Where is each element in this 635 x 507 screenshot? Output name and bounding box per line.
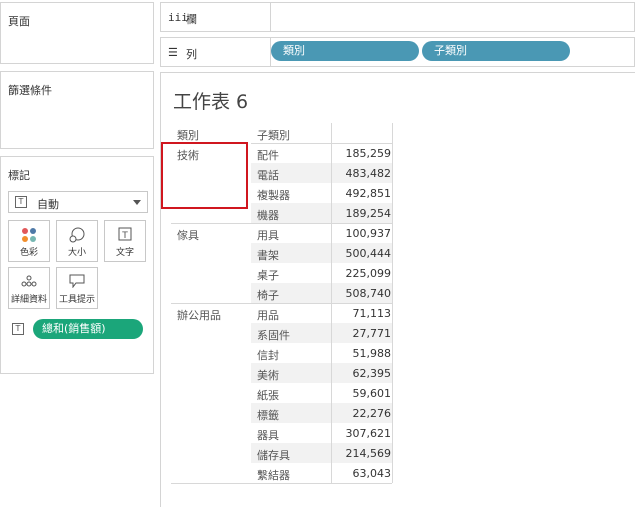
detail-icon bbox=[21, 275, 37, 287]
detail-button[interactable]: 詳細資料 bbox=[8, 267, 50, 309]
sales-value[interactable]: 51,988 bbox=[337, 347, 392, 360]
header-divider bbox=[251, 143, 392, 144]
color-icon bbox=[22, 228, 36, 242]
sales-value[interactable]: 62,395 bbox=[337, 367, 392, 380]
tooltip-button[interactable]: 工具提示 bbox=[56, 267, 98, 309]
category-pill-label: 類別 bbox=[283, 44, 305, 57]
text-mark-icon: T bbox=[15, 196, 27, 208]
columns-shelf[interactable]: iii 欄 bbox=[160, 2, 635, 32]
mark-type-label: 自動 bbox=[37, 198, 59, 211]
svg-text:T: T bbox=[121, 231, 128, 241]
subcategory-cell[interactable]: 用品 bbox=[257, 307, 279, 323]
pages-panel[interactable]: 頁面 bbox=[0, 2, 154, 64]
header-category: 類別 bbox=[177, 129, 199, 142]
sum-sales-pill[interactable]: 總和(銷售額) bbox=[33, 319, 143, 339]
category-pill[interactable]: 類別 bbox=[271, 41, 419, 61]
subcategory-pill-label: 子類別 bbox=[434, 44, 467, 57]
subcategory-cell[interactable]: 桌子 bbox=[257, 267, 279, 283]
columns-label: 欄 bbox=[186, 13, 197, 26]
mark-type-dropdown[interactable]: T 自動 bbox=[8, 191, 148, 213]
color-button[interactable]: 色彩 bbox=[8, 220, 50, 262]
detail-label: 詳細資料 bbox=[10, 295, 47, 305]
subcategory-cell[interactable]: 複製器 bbox=[257, 187, 290, 203]
sales-value[interactable]: 27,771 bbox=[337, 327, 392, 340]
subcategory-cell[interactable]: 信封 bbox=[257, 347, 279, 363]
size-icon bbox=[69, 227, 85, 243]
sales-value[interactable]: 59,601 bbox=[337, 387, 392, 400]
marks-title: 標記 bbox=[8, 169, 30, 182]
subcategory-cell[interactable]: 儲存具 bbox=[257, 447, 290, 463]
subcategory-cell[interactable]: 配件 bbox=[257, 147, 279, 163]
sales-value[interactable]: 483,482 bbox=[337, 167, 392, 180]
label-label: 文字 bbox=[115, 248, 134, 258]
sales-value[interactable]: 214,569 bbox=[337, 447, 392, 460]
group-divider bbox=[171, 223, 392, 224]
subcategory-cell[interactable]: 標籤 bbox=[257, 407, 279, 423]
table-right-edge bbox=[392, 123, 393, 483]
chevron-down-icon bbox=[133, 200, 141, 205]
text-icon: T bbox=[118, 227, 132, 241]
color-label: 色彩 bbox=[19, 248, 38, 258]
rows-icon: ☰ bbox=[168, 46, 178, 59]
rows-shelf-label: ☰ 列 bbox=[161, 38, 271, 66]
sum-sales-label: 總和(銷售額) bbox=[42, 322, 106, 335]
subcategory-cell[interactable]: 書架 bbox=[257, 247, 279, 263]
columns-icon: iii bbox=[168, 11, 188, 24]
rows-label: 列 bbox=[186, 48, 197, 61]
worksheet: 工作表 6 類別 子類別 技術 配件 185,259 電話 483,482 複製器 492,85… bbox=[160, 72, 635, 507]
subcategory-cell[interactable]: 機器 bbox=[257, 207, 279, 223]
header-subcategory: 子類別 bbox=[257, 129, 290, 142]
sales-value[interactable]: 185,259 bbox=[337, 147, 392, 160]
size-button[interactable]: 大小 bbox=[56, 220, 98, 262]
subcategory-cell[interactable]: 電話 bbox=[257, 167, 279, 183]
subcategory-cell[interactable]: 系固件 bbox=[257, 327, 290, 343]
column-divider bbox=[331, 123, 332, 483]
shelf-divider bbox=[270, 3, 271, 31]
subcategory-cell[interactable]: 器具 bbox=[257, 427, 279, 443]
group-divider bbox=[171, 303, 392, 304]
sales-value[interactable]: 63,043 bbox=[337, 467, 392, 480]
pages-title: 頁面 bbox=[8, 15, 30, 28]
text-mark-icon: T bbox=[12, 323, 24, 335]
marks-panel: 標記 T 自動 色彩 大小 T 文字 詳細資料 工具提示 T 總和(銷售額) bbox=[0, 156, 154, 374]
sales-value[interactable]: 71,113 bbox=[337, 307, 392, 320]
filters-title: 篩選條件 bbox=[8, 84, 52, 97]
sales-value[interactable]: 307,621 bbox=[337, 427, 392, 440]
tooltip-label: 工具提示 bbox=[58, 295, 95, 305]
group-divider bbox=[171, 483, 392, 484]
highlight-box bbox=[161, 142, 248, 209]
subcategory-cell[interactable]: 用具 bbox=[257, 227, 279, 243]
subcategory-cell[interactable]: 美術 bbox=[257, 367, 279, 383]
columns-shelf-label: iii 欄 bbox=[161, 3, 271, 31]
sales-value[interactable]: 500,444 bbox=[337, 247, 392, 260]
subcategory-pill[interactable]: 子類別 bbox=[422, 41, 570, 61]
sales-value[interactable]: 225,099 bbox=[337, 267, 392, 280]
sales-value[interactable]: 508,740 bbox=[337, 287, 392, 300]
size-label: 大小 bbox=[67, 248, 86, 258]
subcategory-cell[interactable]: 繫結器 bbox=[257, 467, 290, 483]
subcategory-cell[interactable]: 椅子 bbox=[257, 287, 279, 303]
filters-panel[interactable]: 篩選條件 bbox=[0, 71, 154, 149]
sales-value[interactable]: 22,276 bbox=[337, 407, 392, 420]
category-cell[interactable]: 辦公用品 bbox=[177, 307, 221, 323]
sheet-title[interactable]: 工作表 6 bbox=[173, 87, 248, 114]
sales-value[interactable]: 492,851 bbox=[337, 187, 392, 200]
subcategory-cell[interactable]: 紙張 bbox=[257, 387, 279, 403]
category-cell[interactable]: 傢具 bbox=[177, 227, 199, 243]
sales-value[interactable]: 100,937 bbox=[337, 227, 392, 240]
tooltip-icon bbox=[69, 274, 85, 288]
label-button[interactable]: T 文字 bbox=[104, 220, 146, 262]
sales-value[interactable]: 189,254 bbox=[337, 207, 392, 220]
rows-shelf[interactable]: ☰ 列 類別 子類別 bbox=[160, 37, 635, 67]
